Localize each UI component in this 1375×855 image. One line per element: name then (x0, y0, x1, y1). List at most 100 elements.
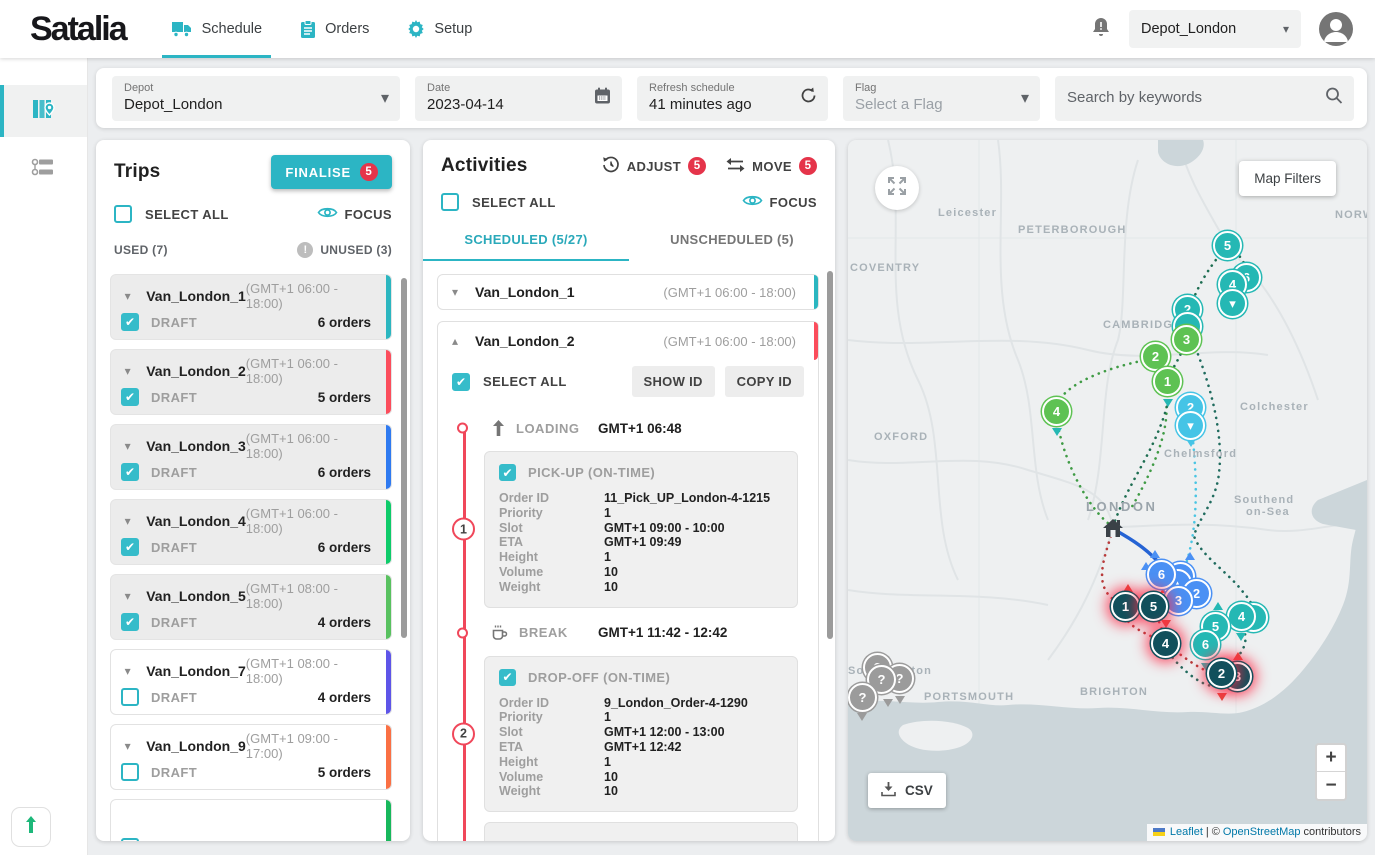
trip-checkbox[interactable] (121, 763, 139, 781)
used-tab[interactable]: USED (7) (114, 243, 168, 257)
chevron-down-icon[interactable]: ▾ (121, 439, 134, 453)
chevron-down-icon[interactable]: ▾ (121, 289, 134, 303)
flag-field[interactable]: Flag Select a Flag ▾ (843, 76, 1040, 121)
openstreetmap-link[interactable]: OpenStreetMap (1223, 826, 1301, 838)
activity-timeline: LOADING GMT+1 06:48 1 ✔ PICK-UP (ON-TIME… (452, 411, 804, 841)
map-city-label: CAMBRIDGE (1103, 319, 1182, 331)
chevron-down-icon[interactable]: ▾ (121, 589, 134, 603)
tab-scheduled[interactable]: SCHEDULED (5/27) (423, 221, 629, 261)
trips-scrollbar[interactable] (401, 278, 407, 638)
map-marker[interactable]: 1 (1153, 367, 1182, 396)
vehicle-select-all-checkbox[interactable]: ✔ (452, 373, 470, 391)
upload-button[interactable] (11, 807, 51, 847)
map-city-label: OXFORD (874, 431, 928, 443)
vehicle-row-collapsed[interactable]: ▾ Van_London_1 (GMT+1 06:00 - 18:00) (437, 274, 819, 310)
activities-list: ▾ Van_London_1 (GMT+1 06:00 - 18:00) ▴ V… (423, 261, 835, 841)
unused-tab[interactable]: ! UNUSED (3) (297, 242, 392, 258)
finalise-button[interactable]: FINALISE 5 (271, 155, 392, 189)
map-marker[interactable]: ? (848, 683, 877, 712)
map-marker[interactable]: 5 (1139, 592, 1168, 621)
trips-select-all-checkbox[interactable] (114, 205, 132, 223)
trip-checkbox[interactable]: ✔ (121, 463, 139, 481)
map-marker[interactable]: 6 (1191, 630, 1220, 659)
show-id-button[interactable]: SHOW ID (632, 366, 715, 397)
trip-card[interactable] (110, 799, 392, 841)
leaflet-link[interactable]: Leaflet (1170, 826, 1203, 838)
nav-setup-label: Setup (434, 21, 472, 37)
chevron-down-icon[interactable]: ▾ (121, 664, 134, 678)
notification-bell-icon[interactable] (1091, 16, 1111, 43)
zoom-in-button[interactable]: + (1317, 745, 1345, 772)
chevron-down-icon[interactable]: ▾ (121, 739, 134, 753)
trip-card[interactable]: ▾ Van_London_5 (GMT+1 08:00 - 18:00) ✔ D… (110, 574, 392, 640)
trip-checkbox[interactable]: ✔ (121, 538, 139, 556)
trip-card[interactable]: ▾ Van_London_1 (GMT+1 06:00 - 18:00) ✔ D… (110, 274, 392, 340)
search-field[interactable]: Search by keywords (1055, 76, 1354, 121)
adjust-button[interactable]: ADJUST 5 (602, 156, 706, 177)
refresh-icon[interactable] (800, 87, 817, 110)
activities-focus-button[interactable]: FOCUS (742, 193, 818, 211)
map-marker[interactable]: 4 (1151, 629, 1180, 658)
map-marker[interactable]: 4 (1227, 602, 1256, 631)
nav-schedule[interactable]: Schedule (152, 0, 281, 58)
trips-focus-button[interactable]: FOCUS (317, 205, 393, 223)
sidebar-item-schedule-map[interactable] (0, 85, 87, 137)
map-marker[interactable]: 6 (1147, 560, 1176, 589)
move-button[interactable]: MOVE 5 (726, 157, 817, 176)
trip-checkbox[interactable] (121, 688, 139, 706)
stop-card[interactable]: ✔ PICK-UP (ON-TIME) Order ID11_Pick_UP_L… (484, 451, 798, 608)
fullscreen-button[interactable] (875, 166, 919, 210)
trip-card[interactable]: ▾ Van_London_7 (GMT+1 08:00 - 18:00) DRA… (110, 649, 392, 715)
zoom-out-button[interactable]: − (1317, 772, 1345, 799)
stop-checkbox[interactable]: ✔ (499, 669, 516, 686)
waypoint-time: GMT+1 06:48 (598, 421, 682, 436)
stop-card[interactable]: ✔ DROP-OFF (ON-TIME) Order ID9_London_Or… (484, 656, 798, 813)
map-marker[interactable]: 2 (1207, 659, 1236, 688)
trip-card[interactable]: ▾ Van_London_4 (GMT+1 06:00 - 18:00) ✔ D… (110, 499, 392, 565)
activities-scrollbar[interactable] (827, 271, 833, 639)
trip-checkbox[interactable] (121, 838, 139, 841)
refresh-field-label: Refresh schedule (649, 82, 816, 95)
map-pin-icon (31, 96, 57, 127)
nav-orders[interactable]: Orders (281, 0, 388, 58)
csv-download-button[interactable]: CSV (868, 773, 946, 808)
depot-field[interactable]: Depot Depot_London ▾ (112, 76, 400, 121)
tab-unscheduled[interactable]: UNSCHEDULED (5) (629, 221, 835, 261)
map-marker[interactable]: 1 (1111, 592, 1140, 621)
search-icon[interactable] (1325, 87, 1343, 110)
copy-id-button[interactable]: COPY ID (725, 366, 804, 397)
chevron-down-icon[interactable]: ▾ (121, 364, 134, 378)
activities-select-all-checkbox[interactable] (441, 193, 459, 211)
trip-card[interactable]: ▾ Van_London_3 (GMT+1 06:00 - 18:00) ✔ D… (110, 424, 392, 490)
vehicle-expanded-header[interactable]: ▴ Van_London_2 (GMT+1 06:00 - 18:00) (438, 322, 818, 360)
trip-window: (GMT+1 08:00 - 18:00) (246, 656, 371, 686)
map-marker[interactable]: 3 (1164, 586, 1193, 615)
trip-card[interactable]: ▾ Van_London_2 (GMT+1 06:00 - 18:00) ✔ D… (110, 349, 392, 415)
chevron-up-icon[interactable]: ▴ (448, 334, 462, 348)
map-marker[interactable]: 4 (1042, 397, 1071, 426)
depot-selector[interactable]: Depot_London ▾ (1129, 10, 1301, 48)
sidebar-item-timeline[interactable] (0, 143, 87, 195)
stop-checkbox[interactable]: ✔ (499, 464, 516, 481)
waypoint-time: GMT+1 11:42 - 12:42 (598, 625, 727, 640)
user-avatar[interactable] (1319, 12, 1353, 46)
calendar-icon[interactable] (594, 87, 611, 110)
trip-checkbox[interactable]: ✔ (121, 613, 139, 631)
trip-order-count: 6 orders (318, 540, 371, 555)
trip-checkbox[interactable]: ✔ (121, 388, 139, 406)
nav-setup[interactable]: Setup (388, 0, 491, 58)
field-label: Volume (499, 770, 604, 785)
date-field[interactable]: Date 2023-04-14 (415, 76, 622, 121)
map-marker[interactable]: 5 (1213, 231, 1242, 260)
trip-window: (GMT+1 09:00 - 17:00) (246, 731, 371, 761)
map-filters-button[interactable]: Map Filters (1239, 161, 1336, 196)
chevron-down-icon[interactable]: ▾ (121, 514, 134, 528)
map-marker[interactable]: ▾ (1218, 289, 1247, 318)
trip-card[interactable]: ▾ Van_London_9 (GMT+1 09:00 - 17:00) DRA… (110, 724, 392, 790)
chevron-down-icon[interactable]: ▾ (448, 285, 462, 299)
map-marker[interactable]: ▾ (1176, 411, 1205, 440)
trip-checkbox[interactable]: ✔ (121, 313, 139, 331)
map-marker[interactable]: 3 (1172, 325, 1201, 354)
stop-field-row: Height1 (499, 755, 783, 770)
trip-window: (GMT+1 06:00 - 18:00) (246, 431, 371, 461)
